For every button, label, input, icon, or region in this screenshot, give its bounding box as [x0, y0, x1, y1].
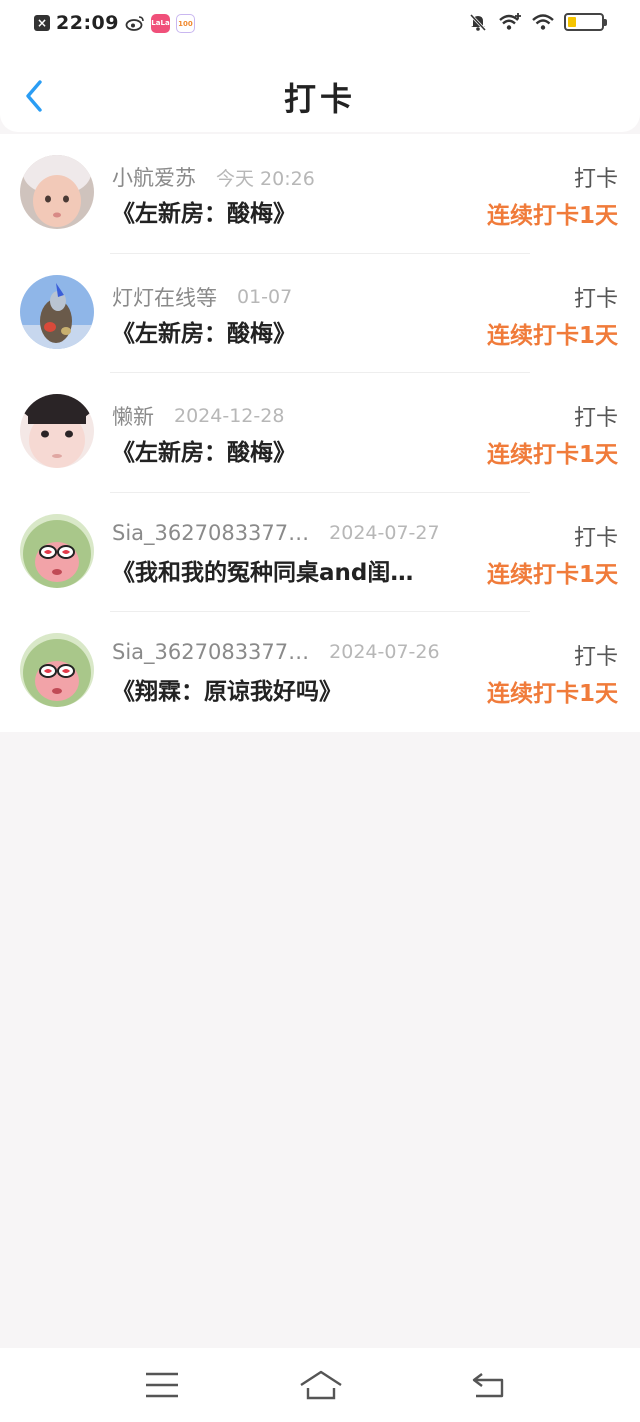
checkin-row[interactable]: 小航爱苏 今天 20:26 《左新房：酸梅》 打卡 连续打卡1天	[0, 134, 640, 254]
checkin-date: 2024-07-27	[329, 521, 440, 544]
weibo-icon	[125, 16, 144, 31]
username[interactable]: 灯灯在线等	[112, 282, 217, 312]
page-title: 打卡	[283, 80, 356, 118]
checkin-date: 01-07	[237, 285, 293, 308]
song-title[interactable]: 《左新房：酸梅》	[112, 433, 296, 467]
checkin-tag: 打卡	[573, 525, 618, 551]
streak-label: 连续打卡1天	[486, 203, 618, 229]
username[interactable]: Sia_3627083377…	[112, 521, 309, 545]
checkin-row[interactable]: 灯灯在线等 01-07 《左新房：酸梅》 打卡 连续打卡1天	[0, 254, 640, 374]
status-time: 22:09	[56, 12, 119, 34]
wifi-plus-icon	[499, 13, 521, 30]
app100-icon: 100	[175, 13, 195, 33]
status-bar: × 22:09 LaLa 100	[0, 0, 640, 48]
checkin-tag: 打卡	[573, 167, 618, 192]
song-title[interactable]: 《左新房：酸梅》	[112, 314, 296, 348]
streak-label: 连续打卡1天	[486, 442, 618, 469]
system-nav-bar	[0, 1348, 640, 1422]
checkin-row[interactable]: Sia_3627083377… 2024-07-27 《我和我的冤种同桌and闺…	[0, 493, 640, 613]
checkin-date: 今天 20:26	[216, 167, 315, 190]
menu-icon[interactable]	[142, 1368, 182, 1402]
checkin-tag: 打卡	[573, 406, 618, 432]
checkin-row[interactable]: Sia_3627083377… 2024-07-26 《翔霖：原谅我好吗》 打卡…	[0, 612, 640, 732]
streak-label: 连续打卡1天	[486, 681, 618, 708]
checkin-date: 2024-07-26	[329, 641, 440, 664]
avatar[interactable]	[20, 155, 94, 229]
battery-icon	[564, 13, 607, 31]
song-title[interactable]: 《我和我的冤种同桌and闺…	[112, 553, 413, 587]
username[interactable]: Sia_3627083377…	[112, 640, 309, 664]
streak-label: 连续打卡1天	[486, 322, 618, 349]
close-notification-icon: ×	[34, 15, 50, 31]
checkin-tag: 打卡	[573, 286, 618, 312]
back-icon[interactable]	[470, 1368, 510, 1402]
song-title[interactable]: 《翔霖：原谅我好吗》	[112, 672, 342, 706]
home-icon[interactable]	[298, 1368, 344, 1402]
bell-muted-icon	[469, 13, 487, 32]
checkin-tag: 打卡	[573, 645, 618, 671]
wifi-icon	[532, 14, 554, 30]
page-header: 打卡	[0, 48, 640, 132]
username[interactable]: 小航爱苏	[112, 162, 196, 192]
avatar[interactable]	[20, 633, 94, 708]
lala-app-icon: LaLa	[150, 13, 170, 33]
avatar[interactable]	[20, 274, 94, 349]
checkin-list: 小航爱苏 今天 20:26 《左新房：酸梅》 打卡 连续打卡1天 灯灯在线等 0…	[0, 134, 640, 732]
avatar[interactable]	[20, 513, 94, 588]
song-title[interactable]: 《左新房：酸梅》	[112, 194, 296, 228]
avatar[interactable]	[20, 394, 94, 469]
battery-level	[568, 17, 576, 27]
checkin-row[interactable]: 懒新 2024-12-28 《左新房：酸梅》 打卡 连续打卡1天	[0, 373, 640, 493]
streak-label: 连续打卡1天	[486, 561, 618, 588]
checkin-date: 2024-12-28	[174, 405, 285, 428]
username[interactable]: 懒新	[112, 401, 154, 431]
